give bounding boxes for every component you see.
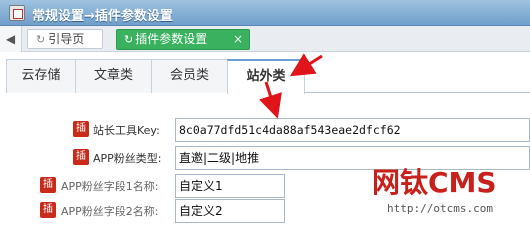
tab-articles[interactable]: 文章类 — [75, 59, 152, 93]
section-tabs: 云存储 文章类 会员类 站外类 — [6, 59, 530, 94]
field-label: APP粉丝类型: — [93, 152, 162, 165]
watermark-logo-text: 网钛CMS — [372, 166, 497, 199]
tab-plugin-label: 插件参数设置 — [135, 32, 208, 46]
tab-scroll-left-icon[interactable]: ◀ — [0, 26, 22, 52]
webmaster-key-input[interactable]: 8c0a77dfd51c4da88af543eae2dfcf62 — [175, 118, 530, 142]
field-label: APP粉丝字段1名称: — [61, 180, 159, 193]
form-row-webmaster-key: 插 站长工具Key: 8c0a77dfd51c4da88af543eae2dfc… — [0, 118, 530, 142]
window-title-bar: 常规设置→插件参数设置 — [0, 0, 530, 26]
tab-plugin-settings[interactable]: ↻ 插件参数设置 × — [116, 29, 250, 50]
fan-field2-input[interactable]: 自定义2 — [175, 199, 285, 223]
page-tab-bar: ◀ ↻ 引导页 ↻ 插件参数设置 × — [0, 26, 530, 52]
watermark-logo: 网钛CMS — [372, 163, 522, 203]
field-label: APP粉丝字段2名称: — [61, 205, 159, 218]
tab-guide-label: 引导页 — [48, 32, 85, 46]
tab-members[interactable]: 会员类 — [151, 59, 228, 93]
fan-field1-input[interactable]: 自定义1 — [175, 174, 285, 198]
watermark-url: http://otcms.com — [387, 202, 493, 215]
window-title: 常规设置→插件参数设置 — [32, 9, 173, 24]
reload-icon[interactable]: ↻ — [124, 33, 133, 46]
reload-icon: ↻ — [36, 33, 46, 46]
plugin-badge-icon: 插 — [73, 121, 89, 137]
tab-guide-page[interactable]: ↻ 引导页 — [27, 29, 103, 49]
field-label: 站长工具Key: — [93, 124, 160, 137]
tab-external[interactable]: 站外类 — [227, 59, 305, 94]
window-app-icon — [9, 5, 25, 21]
plugin-badge-icon: 插 — [40, 177, 56, 193]
close-tab-icon[interactable]: × — [233, 30, 243, 49]
tab-cloud-storage[interactable]: 云存储 — [6, 59, 76, 93]
plugin-badge-icon: 插 — [73, 149, 89, 165]
plugin-badge-icon: 插 — [40, 202, 56, 218]
